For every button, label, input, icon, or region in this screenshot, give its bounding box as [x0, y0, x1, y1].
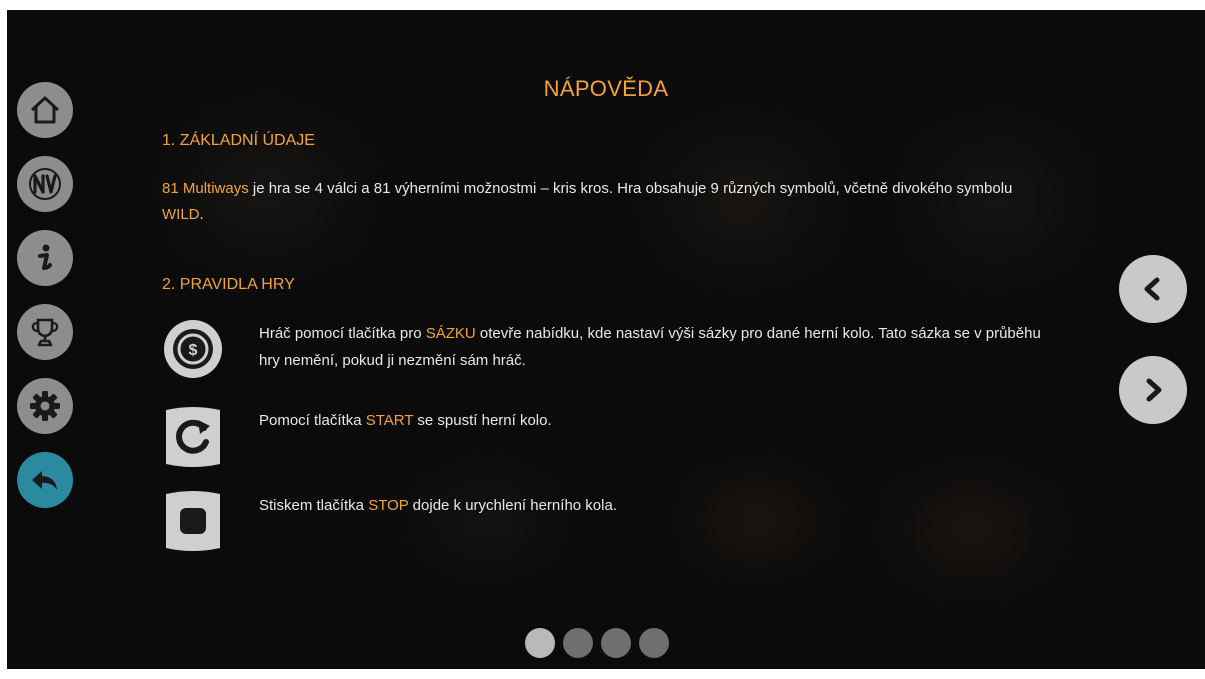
- basic-info-text: je hra se 4 válci a 81 výherními možnost…: [248, 180, 1013, 197]
- rule-stop-text: Stiskem tlačítka STOP dojde k urychlení …: [259, 492, 1059, 519]
- page-dot-4[interactable]: [639, 628, 669, 658]
- rule-text-part: se spustí herní kolo.: [413, 412, 552, 429]
- rule-text-part: Stiskem tlačítka: [259, 497, 369, 514]
- settings-button[interactable]: [17, 378, 73, 434]
- game-name: 81 Multiways: [162, 180, 249, 197]
- background-reel-area: [867, 450, 1077, 610]
- bet-coin-icon: $: [164, 320, 222, 378]
- back-arrow-icon: [32, 471, 57, 490]
- pagination: [525, 628, 669, 658]
- svg-text:$: $: [189, 342, 198, 359]
- settings-gear-icon: [30, 391, 60, 421]
- page-dot-2[interactable]: [563, 628, 593, 658]
- rule-text-part: Hráč pomocí tlačítka pro: [259, 325, 426, 342]
- previous-page-button[interactable]: [1119, 255, 1187, 323]
- info-button[interactable]: [17, 230, 73, 286]
- rule-keyword-stop: STOP: [368, 497, 409, 514]
- rule-text-part: dojde k urychlení herního kola.: [408, 497, 617, 514]
- paytable-button[interactable]: [17, 156, 73, 212]
- basic-info-paragraph: 81 Multiways je hra se 4 válci a 81 výhe…: [162, 176, 1042, 228]
- chevron-left-icon: [1144, 277, 1160, 301]
- chevron-right-icon: [1146, 378, 1162, 402]
- next-page-button[interactable]: [1119, 356, 1187, 424]
- basic-info-text-end: .: [199, 206, 204, 223]
- rule-start-text: Pomocí tlačítka START se spustí herní ko…: [259, 407, 1059, 434]
- trophy-icon: [31, 318, 59, 347]
- page-dot-3[interactable]: [601, 628, 631, 658]
- rule-keyword-start: START: [365, 412, 414, 429]
- rule-text-part: Pomocí tlačítka: [259, 412, 366, 429]
- section-heading-basic-info: 1. ZÁKLADNÍ ÚDAJE: [162, 132, 315, 149]
- section-heading-rules: 2. PRAVIDLA HRY: [162, 276, 295, 293]
- home-button[interactable]: [17, 82, 73, 138]
- background-reel-area: [397, 450, 577, 590]
- page-dot-1[interactable]: [525, 628, 555, 658]
- help-screen: NÁPOVĚDA 1. ZÁKLADNÍ ÚDAJE 81 Multiways …: [7, 10, 1205, 669]
- trophy-button[interactable]: [17, 304, 73, 360]
- start-refresh-icon: [166, 407, 220, 467]
- paytable-icon: [29, 168, 61, 200]
- page-title: NÁPOVĚDA: [543, 76, 669, 101]
- wild-keyword: WILD: [162, 206, 200, 223]
- background-reel-area: [667, 450, 847, 590]
- back-button[interactable]: [17, 452, 73, 508]
- info-icon: [38, 244, 52, 270]
- stop-square-icon: [166, 491, 220, 551]
- rule-bet-text: Hráč pomocí tlačítka pro SÁZKU otevře na…: [259, 320, 1059, 374]
- home-icon: [30, 96, 60, 124]
- rule-keyword-bet: SÁZKU: [425, 325, 476, 342]
